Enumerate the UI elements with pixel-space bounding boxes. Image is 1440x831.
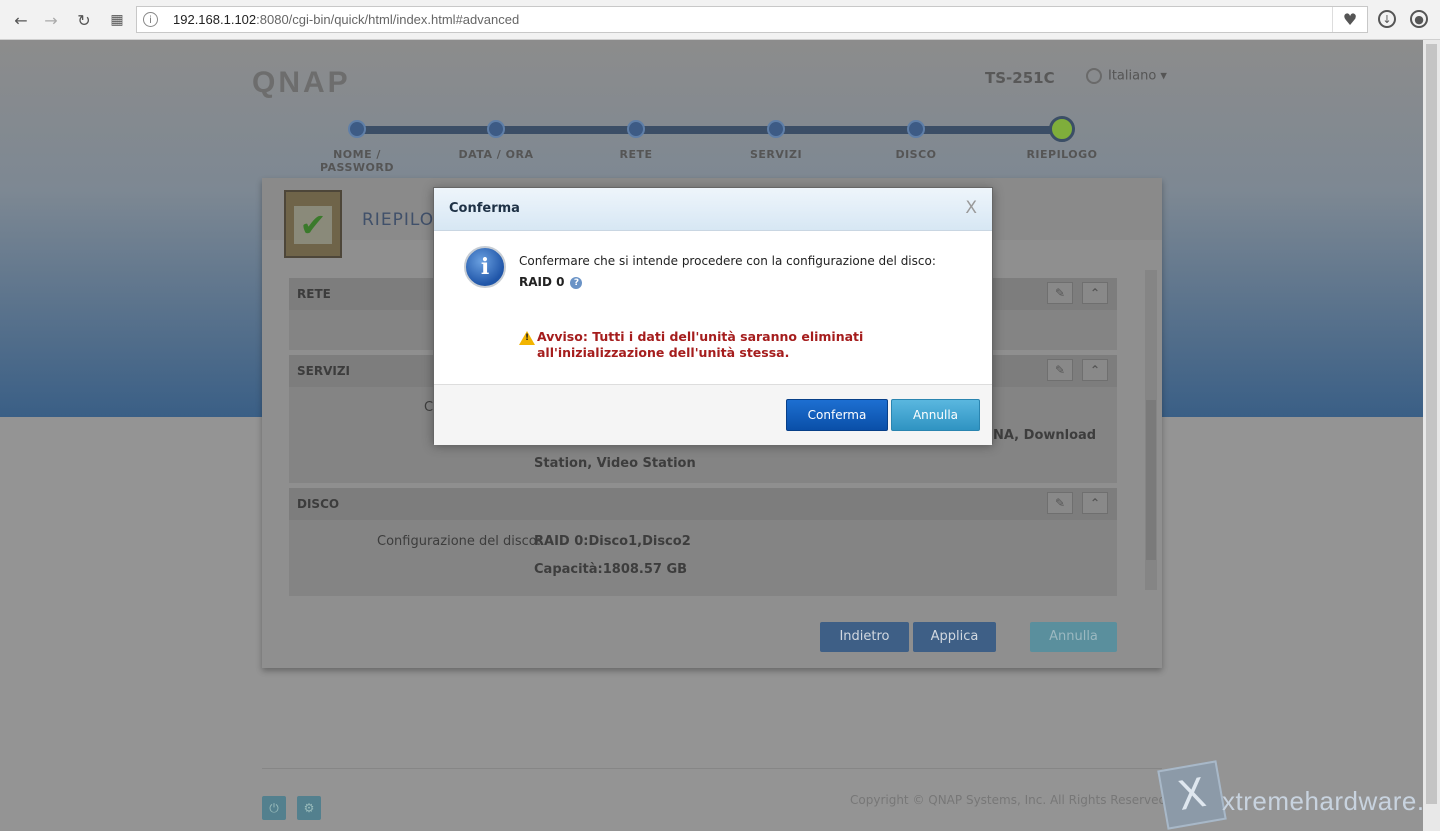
services-value-line1: NA, Download xyxy=(993,428,1097,443)
language-selector[interactable]: Italiano ▾ xyxy=(1086,68,1167,84)
language-label: Italiano xyxy=(1108,68,1157,84)
step-dot xyxy=(767,120,785,138)
globe-icon xyxy=(1086,68,1102,84)
page-scrollbar[interactable] xyxy=(1423,40,1440,831)
qnap-logo: QNAP xyxy=(252,66,351,99)
account-icon[interactable]: ● xyxy=(1410,10,1428,28)
dialog-cancel-button[interactable]: Annulla xyxy=(891,399,980,431)
step-dot-active xyxy=(1049,116,1075,142)
scrollbar-thumb[interactable] xyxy=(1426,44,1437,804)
disk-config-key: Configurazione del disco: xyxy=(377,534,542,549)
step-nome-password: NOME / PASSWORD xyxy=(302,120,412,174)
back-icon[interactable]: ← xyxy=(10,9,32,31)
caret-down-icon: ▾ xyxy=(1160,68,1167,84)
back-button[interactable]: Indietro xyxy=(820,622,909,652)
section-title: DISCO ✎ ⌃ xyxy=(289,488,1117,520)
apps-icon[interactable]: ▦ xyxy=(106,9,128,31)
services-key-fragment: C xyxy=(424,400,434,415)
step-disco: DISCO xyxy=(861,120,971,161)
cancel-button[interactable]: Annulla xyxy=(1030,622,1117,652)
url-text: 192.168.1.102:8080/cgi-bin/quick/html/in… xyxy=(173,12,519,27)
address-bar[interactable]: i 192.168.1.102:8080/cgi-bin/quick/html/… xyxy=(136,6,1368,33)
apply-button[interactable]: Applica xyxy=(913,622,996,652)
dialog-footer: Conferma Annulla xyxy=(434,384,992,445)
power-icon[interactable]: ⏻ xyxy=(262,796,286,820)
forward-icon[interactable]: → xyxy=(40,9,62,31)
help-icon[interactable]: ? xyxy=(570,276,583,289)
panel-scrollbar[interactable] xyxy=(1145,270,1157,590)
step-label: DISCO xyxy=(895,148,937,161)
download-icon[interactable]: ↓ xyxy=(1378,10,1396,28)
raid-level-text: RAID 0 xyxy=(519,275,565,289)
services-value-line2: Station, Video Station xyxy=(534,456,696,471)
dialog-header: Conferma X xyxy=(434,188,992,231)
url-host: 192.168.1.102 xyxy=(173,12,257,27)
step-dot xyxy=(907,120,925,138)
edit-icon[interactable]: ✎ xyxy=(1047,359,1073,381)
copyright-text: Copyright © QNAP Systems, Inc. All Right… xyxy=(850,793,1167,807)
warning-text: Avviso: Tutti i dati dell'unità saranno … xyxy=(537,329,863,361)
step-riepilogo: RIEPILOGO xyxy=(1007,116,1117,161)
step-dot xyxy=(348,120,366,138)
dialog-message: Confermare che si intende procedere con … xyxy=(519,254,936,268)
dialog-title: Conferma xyxy=(449,201,520,216)
step-label: SERVIZI xyxy=(749,148,803,161)
step-label: RETE xyxy=(619,148,653,161)
section-title-text: DISCO xyxy=(297,497,340,511)
disk-config-value: RAID 0:Disco1,Disco2 xyxy=(534,534,691,549)
panel-title: RIEPILO xyxy=(362,210,435,230)
footer-divider xyxy=(262,768,1162,769)
warning-icon: ! xyxy=(519,331,535,345)
watermark-x-icon: X xyxy=(1157,760,1227,830)
info-icon[interactable]: i xyxy=(143,12,158,27)
step-label: DATA / ORA xyxy=(458,148,534,161)
confirm-dialog: Conferma X i Confermare che si intende p… xyxy=(433,187,993,445)
panel-scrollbar-thumb[interactable] xyxy=(1146,400,1156,560)
section-disco: DISCO ✎ ⌃ Configurazione del disco: RAID… xyxy=(289,488,1117,596)
step-data-ora: DATA / ORA xyxy=(441,120,551,161)
raid-level: RAID 0? xyxy=(519,275,583,289)
settings-icon[interactable]: ⚙ xyxy=(297,796,321,820)
step-rete: RETE xyxy=(581,120,691,161)
disk-capacity-value: Capacità:1808.57 GB xyxy=(534,562,688,577)
step-dot xyxy=(627,120,645,138)
heart-icon[interactable]: ♥ xyxy=(1332,7,1367,32)
url-path: :8080/cgi-bin/quick/html/index.html#adva… xyxy=(256,12,520,27)
edit-icon[interactable]: ✎ xyxy=(1047,282,1073,304)
collapse-icon[interactable]: ⌃ xyxy=(1082,492,1108,514)
step-dot xyxy=(487,120,505,138)
section-title-text: SERVIZI xyxy=(297,364,350,378)
collapse-icon[interactable]: ⌃ xyxy=(1082,282,1108,304)
info-circle-icon: i xyxy=(464,246,506,288)
watermark-text: xtremehardware.com xyxy=(1222,786,1423,816)
section-title-text: RETE xyxy=(297,287,331,301)
warning-line1: Avviso: Tutti i dati dell'unità saranno … xyxy=(537,329,864,344)
step-label: RIEPILOGO xyxy=(1026,148,1098,161)
collapse-icon[interactable]: ⌃ xyxy=(1082,359,1108,381)
step-label: NOME / PASSWORD xyxy=(319,148,394,174)
warning-line2: all'inizializzazione dell'unità stessa. xyxy=(537,345,790,360)
confirm-button[interactable]: Conferma xyxy=(786,399,888,431)
close-icon[interactable]: X xyxy=(965,198,977,218)
model-name: TS-251C xyxy=(985,69,1055,87)
edit-icon[interactable]: ✎ xyxy=(1047,492,1073,514)
clipboard-check-icon: ✔ xyxy=(284,190,342,258)
reload-icon[interactable]: ↻ xyxy=(73,9,95,31)
step-servizi: SERVIZI xyxy=(721,120,831,161)
browser-toolbar: ← → ↻ ▦ i 192.168.1.102:8080/cgi-bin/qui… xyxy=(0,0,1440,40)
